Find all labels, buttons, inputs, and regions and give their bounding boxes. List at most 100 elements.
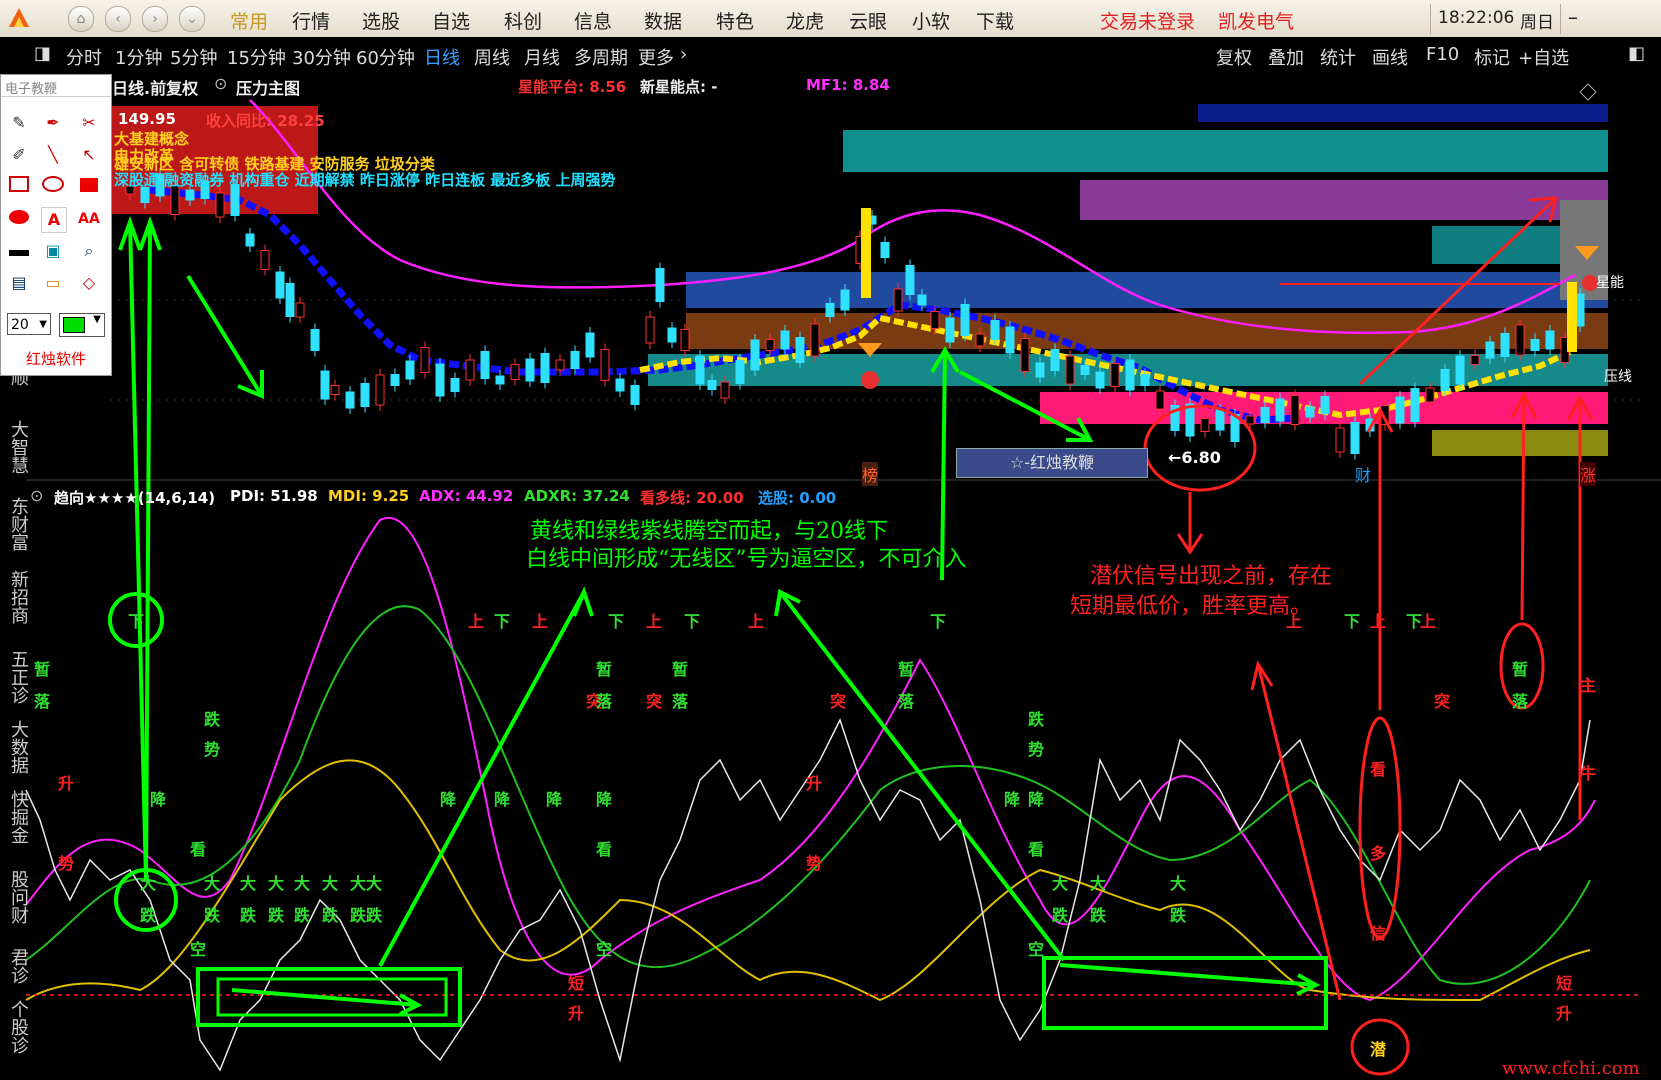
candle-body bbox=[585, 332, 595, 358]
clear-icon[interactable]: ◇ bbox=[77, 271, 101, 295]
candle-body bbox=[435, 363, 445, 397]
signal-glyph: 势 bbox=[806, 854, 823, 873]
left-nav-item[interactable]: 股问财 bbox=[2, 870, 29, 924]
erase-all-icon[interactable]: ✂ bbox=[77, 111, 101, 135]
filled-ellipse-icon[interactable] bbox=[7, 207, 31, 231]
candle-body bbox=[1050, 349, 1060, 371]
candle-body bbox=[707, 380, 717, 390]
candle-body bbox=[917, 294, 927, 306]
signal-glyph: 大 bbox=[140, 874, 157, 893]
new-star-label: 新星能点: - bbox=[640, 78, 718, 96]
candle-body bbox=[905, 265, 915, 295]
left-nav-item[interactable]: 大智慧 bbox=[2, 420, 29, 474]
candle-body bbox=[450, 378, 460, 392]
signal-glyph: 看 bbox=[596, 840, 613, 859]
candle-body bbox=[695, 355, 705, 385]
chart-title[interactable]: 日线.前复权 bbox=[112, 75, 198, 99]
diamond-outline-icon bbox=[1579, 83, 1597, 101]
signal-glyph: 下 bbox=[684, 612, 701, 631]
signal-glyph: 上 bbox=[1286, 612, 1303, 631]
line-size-select[interactable]: 20 ▼ bbox=[7, 313, 51, 335]
left-nav-item[interactable]: 五正诊 bbox=[2, 650, 29, 704]
color-select[interactable]: ▼ bbox=[59, 313, 105, 337]
candle-body bbox=[1350, 422, 1360, 454]
ellipse-icon[interactable] bbox=[41, 175, 65, 199]
candle-body bbox=[495, 375, 505, 385]
signal-glyph: 下 bbox=[930, 612, 947, 631]
red-note-line-2: 短期最低价，胜率更高。 bbox=[1070, 594, 1313, 619]
signal-glyph: 大 bbox=[294, 874, 311, 893]
signal-glyph: 看 bbox=[1028, 840, 1045, 859]
candle-body bbox=[1470, 355, 1480, 365]
signal-glyph: 降 bbox=[596, 790, 613, 809]
candle-body bbox=[1530, 339, 1540, 351]
brush-icon[interactable]: ✐ bbox=[7, 143, 31, 167]
candle-body bbox=[1575, 293, 1585, 327]
left-nav-item[interactable]: 大数据 bbox=[2, 720, 29, 774]
watermark: www.cfchi.com bbox=[1502, 1058, 1640, 1079]
tutorial-button[interactable]: ☆-红烛教鞭 bbox=[956, 448, 1148, 478]
zoom-icon[interactable]: ⌕ bbox=[77, 239, 101, 263]
filled-rectangle-icon[interactable] bbox=[77, 175, 101, 199]
left-nav-item[interactable]: 个股诊 bbox=[2, 1000, 29, 1054]
left-nav-item[interactable]: 君诊 bbox=[2, 948, 29, 984]
pdi-line bbox=[25, 517, 1596, 1002]
signal-glyph: 大 bbox=[240, 874, 257, 893]
candle-body bbox=[1320, 396, 1330, 414]
left-nav-item[interactable]: 东财富 bbox=[2, 497, 29, 551]
indicator-dropdown-icon[interactable]: ⊙ bbox=[30, 486, 43, 505]
candle-body bbox=[185, 189, 195, 201]
text-tool-icon[interactable]: A bbox=[41, 207, 67, 233]
pen-icon[interactable]: ✒ bbox=[41, 111, 65, 135]
candle-body bbox=[295, 302, 305, 318]
open-folder-icon[interactable]: ▭ bbox=[41, 271, 65, 295]
signal-glyph: 上 bbox=[1420, 612, 1437, 631]
indicator-name[interactable]: 趋向★★★★(14,6,14) bbox=[54, 487, 215, 508]
chevron-down-icon[interactable]: ⊙ bbox=[214, 74, 227, 93]
signal-glyph: 升 bbox=[58, 774, 75, 793]
candle-body bbox=[1020, 338, 1030, 372]
signal-glyph: 升 bbox=[806, 774, 823, 793]
signal-glyph: 短 bbox=[568, 974, 585, 993]
candle-body bbox=[780, 330, 790, 350]
red-note-line-1: 潜伏信号出现之前，存在 bbox=[1090, 564, 1333, 589]
candle-body bbox=[1500, 333, 1510, 357]
mf1-label: MF1: 8.84 bbox=[806, 76, 890, 94]
candle-body bbox=[720, 381, 730, 399]
candle-body bbox=[1567, 282, 1577, 352]
bull-line-value: 看多线: 20.00 bbox=[640, 489, 744, 507]
save-icon[interactable]: ▤ bbox=[7, 271, 31, 295]
signal-glyph: 升 bbox=[568, 1004, 585, 1023]
signal-glyph: 升 bbox=[1556, 1004, 1573, 1023]
candle-body bbox=[1155, 390, 1165, 410]
candle-body bbox=[310, 329, 320, 351]
candle-body bbox=[570, 351, 580, 369]
signal-glyph: 暂 bbox=[672, 660, 689, 679]
rectangle-icon[interactable] bbox=[7, 175, 31, 199]
signal-glyph: 下 bbox=[608, 612, 625, 631]
candle-body bbox=[880, 242, 890, 258]
line-icon[interactable]: ╲ bbox=[41, 143, 65, 167]
mark-zhang: 涨 bbox=[1580, 462, 1597, 486]
candle-body bbox=[795, 337, 805, 363]
signal-glyph: 势 bbox=[1028, 740, 1045, 759]
arrow-icon[interactable]: ↖ bbox=[77, 143, 101, 167]
candle-body bbox=[960, 304, 970, 336]
text-size-icon[interactable]: AA bbox=[77, 207, 101, 231]
signal-glyph: 跌 bbox=[322, 906, 339, 925]
main-figure-name[interactable]: 压力主图 bbox=[236, 75, 300, 99]
candle-body bbox=[1410, 388, 1420, 422]
adx-value: ADX: 44.92 bbox=[419, 487, 514, 505]
candle-body bbox=[1515, 324, 1525, 356]
left-nav-item[interactable]: 新招商 bbox=[2, 570, 29, 624]
mark-cai: 财 bbox=[1355, 466, 1372, 485]
signal-glyph: 大 bbox=[1090, 874, 1107, 893]
eraser-icon[interactable]: ✎ bbox=[7, 111, 31, 135]
signal-glyph: 落 bbox=[1512, 692, 1529, 711]
candle-body bbox=[1110, 363, 1120, 387]
adx-line bbox=[25, 759, 1591, 1002]
candle-body bbox=[540, 353, 550, 383]
screen-icon[interactable]: ▣ bbox=[41, 239, 65, 263]
left-nav-item[interactable]: 快掘金 bbox=[2, 790, 29, 844]
thick-line-icon[interactable] bbox=[7, 239, 31, 263]
